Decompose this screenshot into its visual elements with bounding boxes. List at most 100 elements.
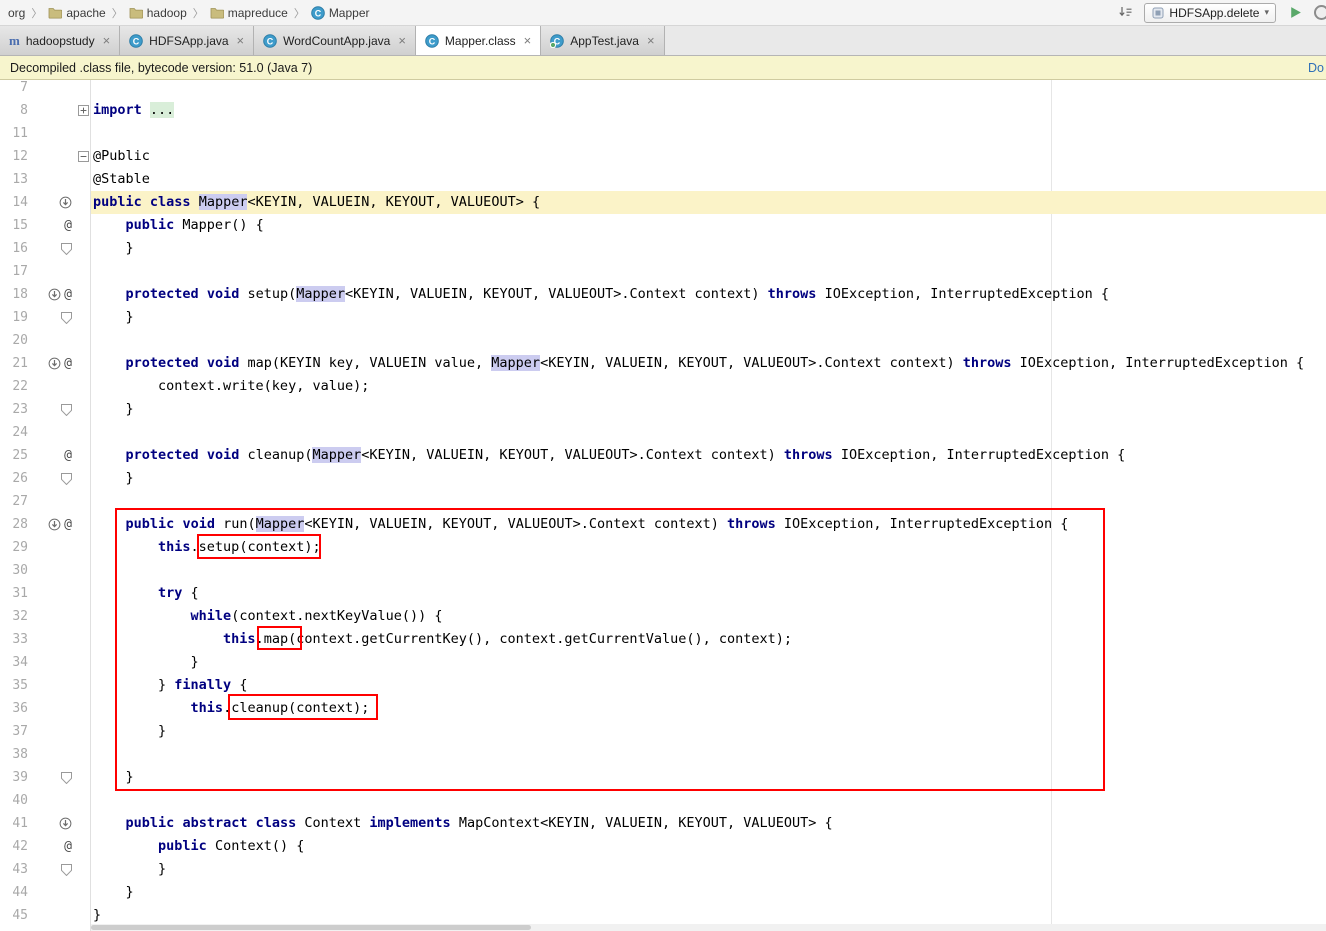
code-line-11[interactable]: 11 (0, 122, 1326, 145)
fold-end-icon[interactable] (61, 404, 72, 416)
breadcrumb-item-apache[interactable]: apache (46, 6, 107, 20)
fold-end-icon[interactable] (61, 864, 72, 876)
code-line-33[interactable]: 33 this.map(context.getCurrentKey(), con… (0, 628, 1326, 651)
line-number[interactable]: 40 (0, 789, 28, 812)
breadcrumb-item-hadoop[interactable]: hadoop (127, 6, 189, 20)
code-line-39[interactable]: 39 } (0, 766, 1326, 789)
code-line-44[interactable]: 44 } (0, 881, 1326, 904)
code-line-13[interactable]: 13@Stable (0, 168, 1326, 191)
line-number[interactable]: 42 (0, 835, 28, 858)
code-line-40[interactable]: 40 (0, 789, 1326, 812)
code-line-43[interactable]: 43 } (0, 858, 1326, 881)
horizontal-scrollbar[interactable] (91, 924, 1326, 931)
annotation-marker-icon[interactable]: @ (64, 287, 72, 302)
line-number[interactable]: 14 (0, 191, 28, 214)
code-line-27[interactable]: 27 (0, 490, 1326, 513)
line-number[interactable]: 7 (0, 80, 28, 99)
fold-end-icon[interactable] (61, 772, 72, 784)
clipped-toolbar-icon[interactable] (1314, 5, 1326, 20)
line-number[interactable]: 39 (0, 766, 28, 789)
overridden-marker-icon[interactable] (48, 518, 61, 531)
code-line-36[interactable]: 36 this.cleanup(context); (0, 697, 1326, 720)
overridden-marker-icon[interactable] (48, 357, 61, 370)
code-line-32[interactable]: 32 while(context.nextKeyValue()) { (0, 605, 1326, 628)
annotation-marker-icon[interactable]: @ (64, 839, 72, 854)
line-number[interactable]: 21 (0, 352, 28, 375)
code-line-21[interactable]: 21@ protected void map(KEYIN key, VALUEI… (0, 352, 1326, 375)
code-line-7[interactable]: 7 (0, 80, 1326, 99)
code-line-34[interactable]: 34 } (0, 651, 1326, 674)
code-line-16[interactable]: 16 } (0, 237, 1326, 260)
code-line-15[interactable]: 15@ public Mapper() { (0, 214, 1326, 237)
code-line-31[interactable]: 31 try { (0, 582, 1326, 605)
line-number[interactable]: 29 (0, 536, 28, 559)
line-number[interactable]: 19 (0, 306, 28, 329)
code-line-8[interactable]: 8import ... (0, 99, 1326, 122)
line-number[interactable]: 33 (0, 628, 28, 651)
line-number[interactable]: 18 (0, 283, 28, 306)
line-number[interactable]: 22 (0, 375, 28, 398)
code-line-20[interactable]: 20 (0, 329, 1326, 352)
fold-end-icon[interactable] (61, 312, 72, 324)
line-number[interactable]: 11 (0, 122, 28, 145)
annotation-marker-icon[interactable]: @ (64, 517, 72, 532)
code-line-24[interactable]: 24 (0, 421, 1326, 444)
annotation-marker-icon[interactable]: @ (64, 448, 72, 463)
code-line-19[interactable]: 19 } (0, 306, 1326, 329)
breadcrumb-item-mapreduce[interactable]: mapreduce (208, 6, 290, 20)
code-line-30[interactable]: 30 (0, 559, 1326, 582)
code-line-25[interactable]: 25@ protected void cleanup(Mapper<KEYIN,… (0, 444, 1326, 467)
tab-WordCountApp.java[interactable]: CWordCountApp.java× (254, 26, 416, 55)
annotation-marker-icon[interactable]: @ (64, 356, 72, 371)
breadcrumb-item-org[interactable]: org (6, 6, 27, 20)
fold-expand-icon[interactable] (76, 99, 90, 122)
code-line-35[interactable]: 35 } finally { (0, 674, 1326, 697)
line-number[interactable]: 41 (0, 812, 28, 835)
overridden-marker-icon[interactable] (48, 288, 61, 301)
line-number[interactable]: 26 (0, 467, 28, 490)
line-number[interactable]: 28 (0, 513, 28, 536)
tab-HDFSApp.java[interactable]: CHDFSApp.java× (120, 26, 254, 55)
code-line-17[interactable]: 17 (0, 260, 1326, 283)
line-number[interactable]: 13 (0, 168, 28, 191)
line-number[interactable]: 8 (0, 99, 28, 122)
code-line-38[interactable]: 38 (0, 743, 1326, 766)
line-number[interactable]: 44 (0, 881, 28, 904)
tab-AppTest.java[interactable]: CAppTest.java× (541, 26, 664, 55)
line-number[interactable]: 12 (0, 145, 28, 168)
line-number[interactable]: 38 (0, 743, 28, 766)
banner-link[interactable]: Do (1308, 61, 1324, 75)
line-number[interactable]: 24 (0, 421, 28, 444)
overridden-marker-icon[interactable] (59, 817, 72, 830)
arrow-down-lines-icon[interactable] (1116, 4, 1134, 22)
code-line-37[interactable]: 37 } (0, 720, 1326, 743)
line-number[interactable]: 15 (0, 214, 28, 237)
line-number[interactable]: 36 (0, 697, 28, 720)
line-number[interactable]: 23 (0, 398, 28, 421)
fold-end-icon[interactable] (61, 473, 72, 485)
line-number[interactable]: 17 (0, 260, 28, 283)
run-button-icon[interactable] (1286, 4, 1304, 22)
code-line-18[interactable]: 18@ protected void setup(Mapper<KEYIN, V… (0, 283, 1326, 306)
line-number[interactable]: 30 (0, 559, 28, 582)
line-number[interactable]: 25 (0, 444, 28, 467)
line-number[interactable]: 34 (0, 651, 28, 674)
code-line-29[interactable]: 29 this.setup(context); (0, 536, 1326, 559)
close-icon[interactable]: × (398, 34, 406, 47)
code-line-28[interactable]: 28@ public void run(Mapper<KEYIN, VALUEI… (0, 513, 1326, 536)
tab-hadoopstudy[interactable]: mhadoopstudy× (0, 26, 120, 55)
run-config-selector[interactable]: HDFSApp.delete ▾ (1144, 3, 1276, 23)
line-number[interactable]: 20 (0, 329, 28, 352)
line-number[interactable]: 32 (0, 605, 28, 628)
horizontal-scrollbar-thumb[interactable] (91, 925, 531, 930)
line-number[interactable]: 45 (0, 904, 28, 927)
tab-Mapper.class[interactable]: CMapper.class× (416, 26, 541, 55)
code-line-14[interactable]: 14public class Mapper<KEYIN, VALUEIN, KE… (0, 191, 1326, 214)
overridden-marker-icon[interactable] (59, 196, 72, 209)
close-icon[interactable]: × (103, 34, 111, 47)
close-icon[interactable]: × (237, 34, 245, 47)
line-number[interactable]: 31 (0, 582, 28, 605)
close-icon[interactable]: × (647, 34, 655, 47)
line-number[interactable]: 35 (0, 674, 28, 697)
close-icon[interactable]: × (524, 34, 532, 47)
